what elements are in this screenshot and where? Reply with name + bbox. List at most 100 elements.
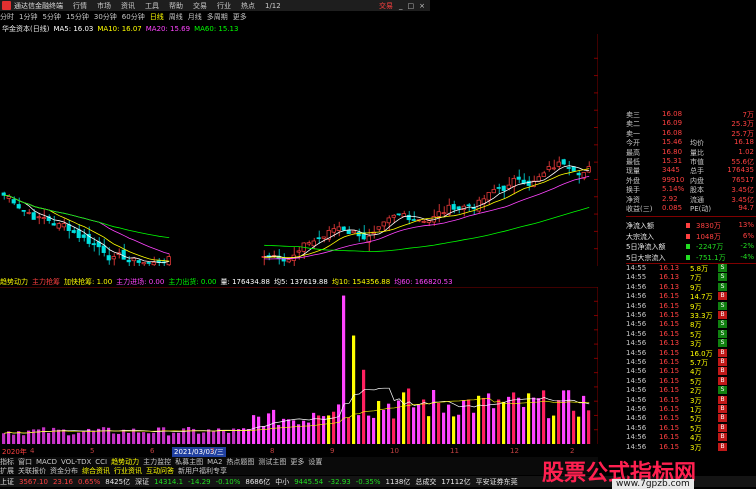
indicator-tab-11[interactable]: 更多 <box>290 457 304 466</box>
quote-value-2: 76517 <box>731 175 754 184</box>
candle-body <box>61 223 66 228</box>
menu-item-quote[interactable]: 行情 <box>73 1 87 11</box>
period-tab-6[interactable]: 日线 <box>150 12 164 22</box>
volume-bar <box>142 432 146 444</box>
volume-bar <box>537 398 541 444</box>
tick-row: 14:56 16.15 5万 S <box>626 329 756 339</box>
indicator-tab-6[interactable]: 主力监控 <box>143 457 171 466</box>
status-item-16: 17112亿 <box>441 477 471 486</box>
indicator-tab-10[interactable]: 测试主图 <box>258 457 286 466</box>
extension-tab-3[interactable]: 综合资讯 <box>82 466 110 475</box>
ma5-line <box>4 165 590 263</box>
extension-tab-6[interactable]: 新用户福利专享 <box>178 466 227 475</box>
volume-bar <box>257 416 261 444</box>
volume-bar <box>292 420 296 444</box>
candlestick-chart[interactable]: 15.5015.0014.5014.0013.5013.0012.5012.00… <box>0 34 598 266</box>
tick-side-badge: S <box>718 273 727 282</box>
period-tab-5[interactable]: 60分钟 <box>122 12 145 22</box>
tick-time: 14:56 <box>626 423 647 432</box>
volume-bar <box>407 388 411 444</box>
status-item-13: -0.35% <box>355 477 381 486</box>
status-item-0: 上证 <box>0 477 14 486</box>
volume-bar <box>482 397 486 444</box>
candle-body <box>136 260 141 263</box>
candle-body <box>111 256 116 260</box>
quote-row: 换手 5.14% 股本 3.45亿 <box>626 185 756 194</box>
quote-value: 15.31 <box>662 157 683 165</box>
volume-bar <box>102 427 106 444</box>
volume-bar <box>122 429 126 444</box>
tick-side-badge: B <box>718 442 727 451</box>
indicator-tab-4[interactable]: CCI <box>95 458 107 466</box>
trade-button[interactable]: 交易 <box>379 1 393 11</box>
month-tick-label: 9 <box>330 447 335 455</box>
indicator-legend-item-1: 主力抢筹 <box>32 278 60 286</box>
period-tab-8[interactable]: 月线 <box>188 12 202 22</box>
minimize-button[interactable]: _ <box>399 2 403 10</box>
menu-item-news[interactable]: 资讯 <box>121 1 135 11</box>
candle-body <box>16 204 21 209</box>
extension-tab-0[interactable]: 扩展 <box>0 466 14 475</box>
indicator-tab-3[interactable]: VOL-TDX <box>61 458 91 466</box>
flow-pct: 6% <box>742 231 754 240</box>
indicator-legend-item-3: 主力进场: 0.00 <box>116 278 165 286</box>
period-tab-3[interactable]: 15分钟 <box>66 12 89 22</box>
period-tab-10[interactable]: 更多 <box>233 12 247 22</box>
maximize-button[interactable]: □ <box>408 2 415 10</box>
extension-tab-2[interactable]: 资金分布 <box>50 466 78 475</box>
period-tab-7[interactable]: 周线 <box>169 12 183 22</box>
volume-bar <box>417 403 421 444</box>
tick-time: 14:56 <box>626 367 647 376</box>
status-item-9: 8686亿 <box>245 477 271 486</box>
indicator-legend-item-8: 均60: 166820.53 <box>394 278 453 286</box>
flow-bar <box>686 254 690 260</box>
tick-side-badge: S <box>718 386 727 395</box>
candle-body <box>346 229 351 234</box>
volume-bar <box>527 393 531 444</box>
period-tab-4[interactable]: 30分钟 <box>94 12 117 22</box>
volume-bar <box>157 427 161 444</box>
tick-row: 14:56 16.15 3万 B <box>626 442 756 452</box>
indicator-legend-item-2: 加快抢筹: 1.00 <box>64 278 113 286</box>
period-tab-1[interactable]: 1分钟 <box>19 12 37 22</box>
extension-tab-4[interactable]: 行业资讯 <box>114 466 142 475</box>
flow-pct: -2% <box>740 242 754 250</box>
quote-value: 16.80 <box>662 147 683 156</box>
tick-side-badge: B <box>718 348 727 357</box>
indicator-tab-2[interactable]: MACD <box>36 458 57 466</box>
menu-item-industry[interactable]: 行业 <box>217 1 231 11</box>
menu-item-tools[interactable]: 工具 <box>145 1 159 11</box>
menu-item-help[interactable]: 帮助 <box>169 1 183 11</box>
candle-body <box>451 204 456 210</box>
indicator-tab-1[interactable]: 窗口 <box>18 457 32 466</box>
candle-body <box>331 228 336 233</box>
menu-item-hot[interactable]: 热点 <box>241 1 255 11</box>
tick-price: 16.13 <box>659 339 680 348</box>
volume-indicator-chart[interactable]: 5000045000400003500030000250002000015000… <box>0 287 598 444</box>
indicator-tab-0[interactable]: 指标 <box>0 457 14 466</box>
status-item-8: -0.10% <box>215 477 241 486</box>
period-tab-0[interactable]: 分时 <box>0 12 14 22</box>
volume-bar <box>557 400 561 444</box>
tick-price: 16.15 <box>659 348 680 357</box>
tick-row: 14:56 16.15 4万 B <box>626 433 756 442</box>
extension-tab-1[interactable]: 关联报价 <box>18 466 46 475</box>
extension-tab-5[interactable]: 互动问答 <box>146 466 174 475</box>
period-tab-9[interactable]: 多周期 <box>207 12 228 22</box>
tick-row: 14:55 16.13 5.8万 S <box>626 264 756 273</box>
volume-bar <box>127 432 131 444</box>
indicator-tab-9[interactable]: 热点题图 <box>226 457 254 466</box>
indicator-tab-7[interactable]: 私募主图 <box>175 457 203 466</box>
tick-side-badge: S <box>718 339 727 348</box>
period-tab-2[interactable]: 5分钟 <box>42 12 60 22</box>
watermark-url: www.7gpzb.com <box>612 479 694 489</box>
volume-bar <box>302 420 306 444</box>
indicator-tab-8[interactable]: MA2 <box>207 458 222 466</box>
close-button[interactable]: × <box>419 2 425 10</box>
indicator-legend-item-6: 均5: 137619.88 <box>273 278 328 286</box>
quote-row: 卖一 16.08 25.7万 <box>626 129 756 138</box>
indicator-tab-5[interactable]: 趋势动力 <box>111 457 139 466</box>
indicator-tab-12[interactable]: 设置 <box>308 457 322 466</box>
menu-item-trade[interactable]: 交易 <box>193 1 207 11</box>
menu-item-market[interactable]: 市场 <box>97 1 111 11</box>
